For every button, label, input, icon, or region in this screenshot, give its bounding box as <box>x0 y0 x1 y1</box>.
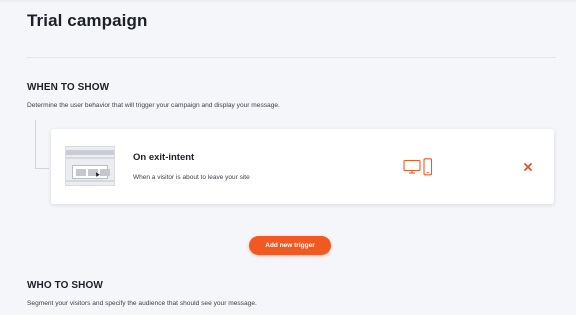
trigger-tree-line <box>35 120 36 169</box>
when-to-show-description: Determine the user behavior that will tr… <box>27 102 280 109</box>
exit-intent-preview-icon <box>65 146 115 186</box>
when-to-show-heading: WHEN TO SHOW <box>27 82 110 93</box>
desktop-icon <box>403 159 421 174</box>
mobile-icon <box>423 158 433 176</box>
add-new-trigger-button[interactable]: Add new trigger <box>249 236 331 255</box>
top-edge-shadow <box>0 0 576 3</box>
page-title: Trial campaign <box>27 11 148 30</box>
trigger-tree-branch <box>35 168 49 169</box>
trigger-title: On exit-intent <box>133 152 195 163</box>
who-to-show-heading: WHO TO SHOW <box>27 280 103 291</box>
trigger-description: When a visitor is about to leave your si… <box>133 174 250 181</box>
trigger-card[interactable]: On exit-intent When a visitor is about t… <box>51 129 554 204</box>
device-icons <box>403 158 433 176</box>
title-divider <box>27 57 556 58</box>
who-to-show-description: Segment your visitors and specify the au… <box>27 300 257 307</box>
close-icon[interactable] <box>521 160 535 174</box>
